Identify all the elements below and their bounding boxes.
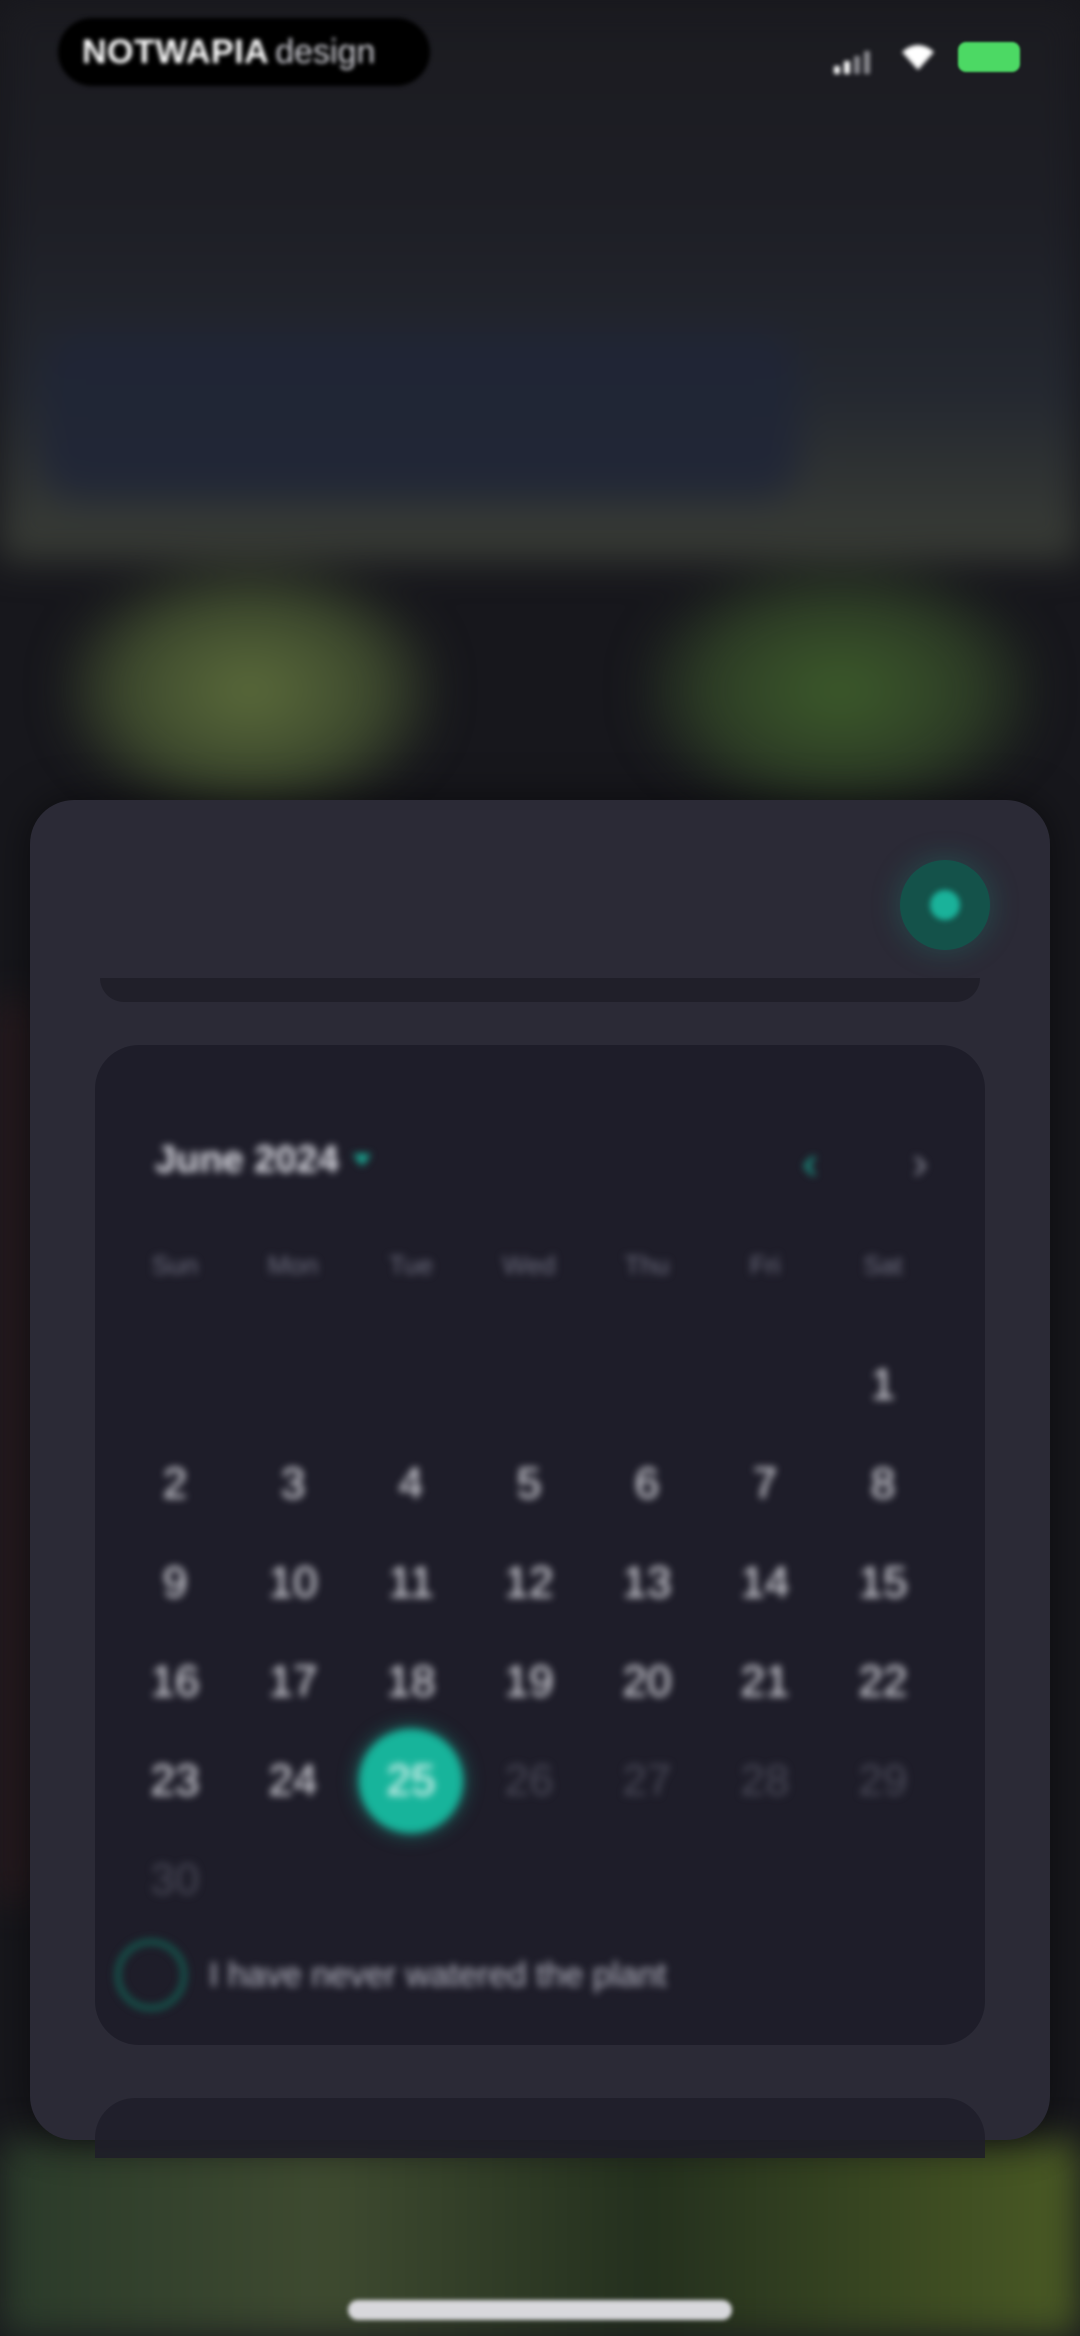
close-button[interactable] bbox=[900, 860, 990, 950]
calendar-day[interactable]: 14 bbox=[710, 1543, 820, 1623]
background-edge bbox=[0, 1000, 30, 1900]
brand-strong-text: NOTWAPIA bbox=[82, 32, 270, 71]
calendar-day[interactable]: 5 bbox=[474, 1444, 584, 1524]
bottom-sheet: June 2024 ‹ › Sun Mon Tue Wed Thu Fri Sa… bbox=[30, 800, 1050, 2158]
calendar-day[interactable]: 1 bbox=[828, 1345, 938, 1425]
calendar-day: 29 bbox=[858, 1756, 908, 1805]
calendar-day: 26 bbox=[504, 1756, 554, 1805]
header-section-edge bbox=[100, 978, 980, 1002]
calendar-day[interactable]: 13 bbox=[592, 1543, 702, 1623]
calendar-day[interactable]: 16 bbox=[120, 1642, 230, 1722]
calendar-day: 27 bbox=[622, 1756, 672, 1805]
calendar-day[interactable]: 2 bbox=[120, 1444, 230, 1524]
background-band bbox=[40, 330, 800, 500]
brand-light-text: design bbox=[275, 32, 376, 71]
calendar-day[interactable]: 15 bbox=[828, 1543, 938, 1623]
calendar-day[interactable]: 4 bbox=[356, 1444, 466, 1524]
calendar-card: June 2024 ‹ › Sun Mon Tue Wed Thu Fri Sa… bbox=[95, 1045, 985, 2045]
status-bar: NOTWAPIA design bbox=[0, 0, 1080, 110]
calendar-day[interactable]: 21 bbox=[710, 1642, 820, 1722]
never-watered-checkbox[interactable] bbox=[115, 1939, 187, 2011]
calendar-day[interactable]: 18 bbox=[356, 1642, 466, 1722]
calendar-day[interactable]: 9 bbox=[120, 1543, 230, 1623]
calendar-day[interactable]: 24 bbox=[238, 1741, 348, 1821]
wifi-icon bbox=[902, 45, 934, 70]
calendar-day[interactable]: 11 bbox=[356, 1543, 466, 1623]
brand-watermark: NOTWAPIA design bbox=[58, 18, 430, 86]
calendar-day: 30 bbox=[150, 1855, 200, 1904]
calendar-day[interactable]: 12 bbox=[474, 1543, 584, 1623]
home-indicator[interactable] bbox=[348, 2300, 732, 2320]
calendar-day[interactable]: 8 bbox=[828, 1444, 938, 1524]
calendar-day[interactable]: 20 bbox=[592, 1642, 702, 1722]
calendar-day[interactable]: 3 bbox=[238, 1444, 348, 1524]
calendar-day[interactable]: 6 bbox=[592, 1444, 702, 1524]
calendar-day[interactable]: 10 bbox=[238, 1543, 348, 1623]
never-watered-label: I have never watered the plant bbox=[209, 1955, 667, 1994]
never-watered-option[interactable]: I have never watered the plant bbox=[115, 1935, 666, 2015]
close-icon bbox=[930, 890, 960, 920]
calendar-day[interactable]: 7 bbox=[710, 1444, 820, 1524]
battery-icon bbox=[958, 42, 1020, 72]
calendar-content: June 2024 ‹ › Sun Mon Tue Wed Thu Fri Sa… bbox=[95, 1045, 985, 2045]
next-section-card bbox=[95, 2098, 985, 2158]
calendar-day[interactable]: 22 bbox=[828, 1642, 938, 1722]
calendar-day: 28 bbox=[740, 1756, 790, 1805]
calendar-day-selected[interactable]: 25 bbox=[356, 1741, 466, 1821]
calendar-day[interactable]: 23 bbox=[120, 1741, 230, 1821]
background-plant-image bbox=[60, 560, 440, 820]
background-plant-image bbox=[640, 560, 1040, 820]
calendar-day[interactable]: 17 bbox=[238, 1642, 348, 1722]
app-screen: NOTWAPIA design June 2024 ‹ › Sun Mon Tu… bbox=[0, 0, 1080, 2336]
cellular-signal-icon bbox=[834, 51, 870, 74]
sheet-header bbox=[30, 800, 1050, 1002]
day-grid: 1 2 3 4 5 6 7 8 9 10 11 12 13 14 15 16 17 18 19 20 21 22 23 24 2… bbox=[95, 1045, 985, 2045]
calendar-day[interactable]: 19 bbox=[474, 1642, 584, 1722]
